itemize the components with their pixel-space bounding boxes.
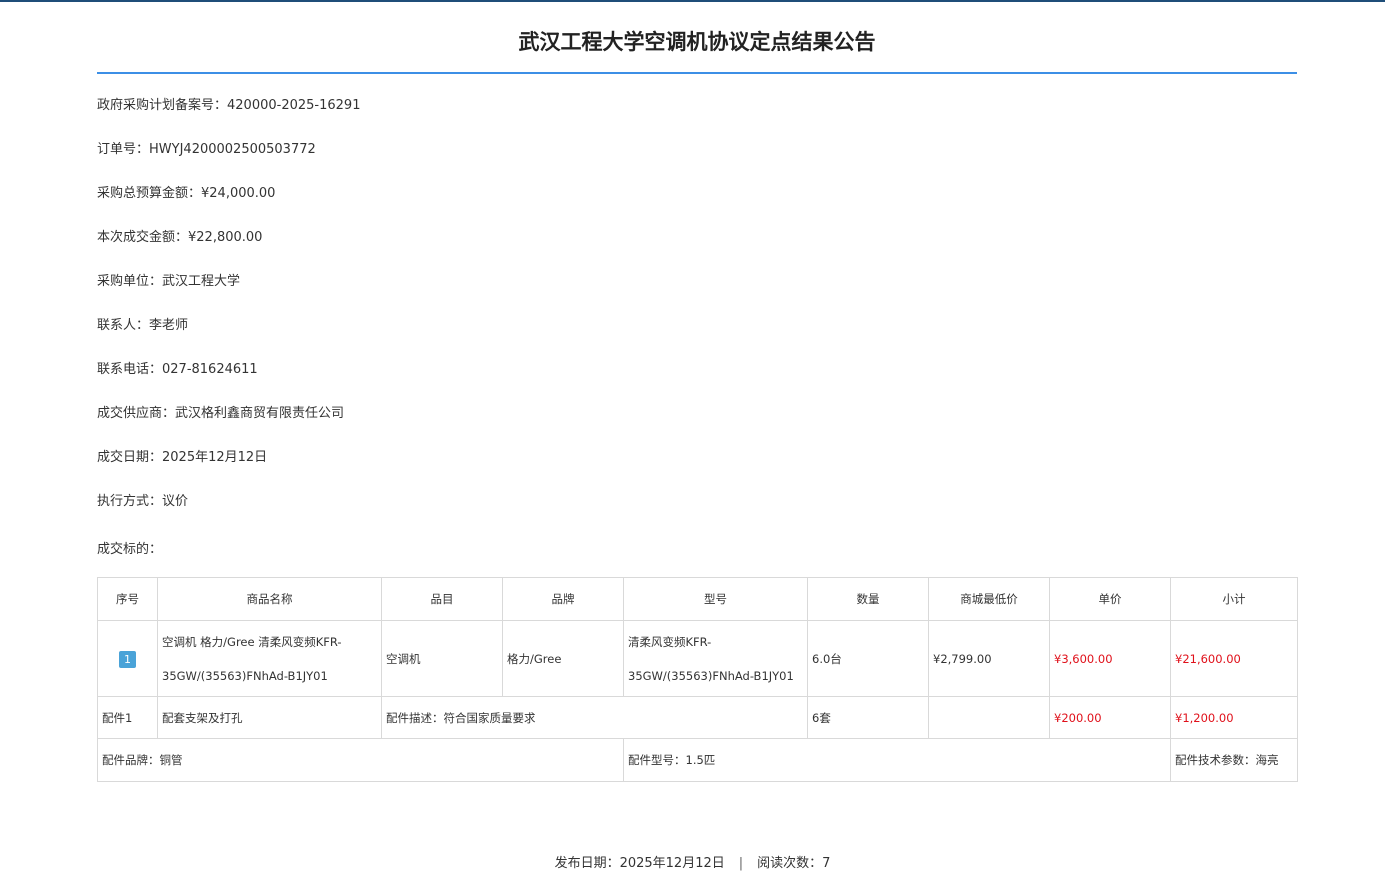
- accessory-quantity: 6套: [807, 696, 929, 739]
- info-row-deal-date: 成交日期：2025年12月12日: [97, 448, 1297, 492]
- publish-date: 发布日期：2025年12月12日: [554, 856, 725, 871]
- cell-category: 空调机: [381, 620, 503, 697]
- accessory-subtotal: ¥1,200.00: [1170, 696, 1298, 739]
- info-row-purchaser: 采购单位：武汉工程大学: [97, 272, 1297, 316]
- info-key: 联系电话：: [97, 362, 163, 377]
- accessory-desc: 配件描述：符合国家质量要求: [381, 696, 808, 739]
- cell-subtotal: ¥21,600.00: [1170, 620, 1298, 697]
- info-value: 武汉格利鑫商贸有限责任公司: [175, 406, 345, 421]
- info-value: ¥22,800.00: [188, 230, 263, 245]
- header-model: 型号: [623, 577, 808, 621]
- accessory-name: 配套支架及打孔: [157, 696, 382, 739]
- info-value: 2025年12月12日: [162, 450, 268, 465]
- cell-lowest-price: ¥2,799.00: [928, 620, 1050, 697]
- accessory-label: 配件1: [97, 696, 158, 739]
- accessory-brand: 配件品牌：铜管: [97, 738, 624, 782]
- seq-badge: 1: [119, 650, 136, 668]
- header-category: 品目: [381, 577, 503, 621]
- info-row-method: 执行方式：议价: [97, 492, 1297, 536]
- header-seq: 序号: [97, 577, 158, 621]
- accessory-detail-row: 配件品牌：铜管 配件型号：1.5匹 配件技术参数：海亮: [97, 738, 1298, 782]
- header-unit-price: 单价: [1049, 577, 1171, 621]
- header-quantity: 数量: [807, 577, 929, 621]
- info-value: 议价: [162, 494, 189, 509]
- info-key: 执行方式：: [97, 494, 163, 509]
- header-brand: 品牌: [502, 577, 624, 621]
- info-row-supplier: 成交供应商：武汉格利鑫商贸有限责任公司: [97, 404, 1297, 448]
- info-row-contact: 联系人：李老师: [97, 316, 1297, 360]
- cell-quantity: 6.0台: [807, 620, 929, 697]
- table-row: 1 空调机 格力/Gree 清柔风变频KFR-35GW/(35563)FNhAd…: [97, 620, 1298, 697]
- accessory-model: 配件型号：1.5匹: [623, 738, 1171, 782]
- footer-separator: |: [738, 856, 744, 871]
- page-title: 武汉工程大学空调机协议定点结果公告: [518, 30, 876, 54]
- read-count: 阅读次数：7: [757, 856, 831, 871]
- accessory-unit-price: ¥200.00: [1049, 696, 1171, 739]
- accessory-tech: 配件技术参数：海亮: [1170, 738, 1298, 782]
- info-value: 420000-2025-16291: [227, 98, 361, 113]
- announcement-container: 武汉工程大学空调机协议定点结果公告 政府采购计划备案号：420000-2025-…: [97, 0, 1298, 782]
- header-lowest-price: 商城最低价: [928, 577, 1050, 621]
- info-key: 本次成交金额：: [97, 230, 189, 245]
- footer: 发布日期：2025年12月12日 | 阅读次数：7: [0, 855, 1385, 873]
- info-row-phone: 联系电话：027-81624611: [97, 360, 1297, 404]
- info-value: 武汉工程大学: [162, 274, 241, 289]
- info-row-plan-number: 政府采购计划备案号：420000-2025-16291: [97, 96, 1297, 140]
- header-name: 商品名称: [157, 577, 382, 621]
- title-underline: [97, 72, 1297, 74]
- accessory-lowest-price: [928, 696, 1050, 739]
- cell-seq: 1: [97, 620, 158, 697]
- info-key: 采购单位：: [97, 274, 163, 289]
- info-row-deal-amount: 本次成交金额：¥22,800.00: [97, 228, 1297, 272]
- info-value: ¥24,000.00: [201, 186, 276, 201]
- info-key: 政府采购计划备案号：: [97, 98, 228, 113]
- table-header-row: 序号 商品名称 品目 品牌 型号 数量 商城最低价 单价 小计: [97, 577, 1298, 621]
- info-row-budget: 采购总预算金额：¥24,000.00: [97, 184, 1297, 228]
- info-key: 联系人：: [97, 318, 150, 333]
- info-list: 政府采购计划备案号：420000-2025-16291 订单号：HWYJ4200…: [97, 96, 1297, 536]
- info-key: 订单号：: [97, 142, 150, 157]
- info-value: HWYJ4200002500503772: [149, 142, 316, 157]
- info-row-order-number: 订单号：HWYJ4200002500503772: [97, 140, 1297, 184]
- accessory-row: 配件1 配套支架及打孔 配件描述：符合国家质量要求 6套 ¥200.00 ¥1,…: [97, 696, 1298, 739]
- deal-items-label: 成交标的：: [97, 542, 163, 557]
- cell-brand: 格力/Gree: [502, 620, 624, 697]
- cell-model: 清柔风变频KFR-35GW/(35563)FNhAd-B1JY01: [623, 620, 808, 697]
- info-key: 成交日期：: [97, 450, 163, 465]
- info-key: 采购总预算金额：: [97, 186, 202, 201]
- cell-product-name: 空调机 格力/Gree 清柔风变频KFR-35GW/(35563)FNhAd-B…: [157, 620, 382, 697]
- header-subtotal: 小计: [1170, 577, 1298, 621]
- deal-items-table: 序号 商品名称 品目 品牌 型号 数量 商城最低价 单价 小计 1 空调机 格力…: [97, 577, 1298, 782]
- info-value: 李老师: [149, 318, 189, 333]
- cell-unit-price: ¥3,600.00: [1049, 620, 1171, 697]
- info-value: 027-81624611: [162, 362, 258, 377]
- info-key: 成交供应商：: [97, 406, 176, 421]
